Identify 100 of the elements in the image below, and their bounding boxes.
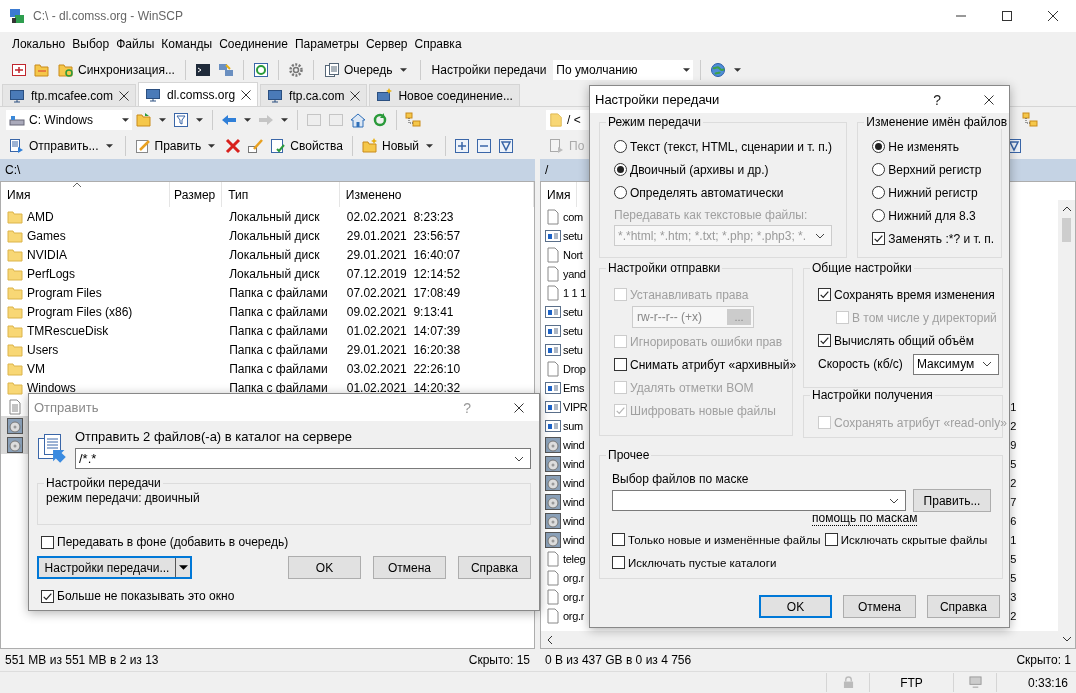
file-name: Ems: [563, 381, 585, 394]
file-type: Папка с файлами: [229, 304, 328, 319]
file-type: Локальный диск: [229, 209, 320, 224]
modified-date: 01.02.2021 14:07:39: [346, 323, 461, 338]
checkbox-label: Игнорировать ошибки прав: [630, 334, 783, 349]
file-name: NVIDIA: [27, 247, 67, 262]
file-type: Локальный диск: [229, 247, 320, 262]
file-type: Папка с файлами: [229, 323, 328, 338]
radio-label: Текст (текст, HTML, сценарии и т. п.): [630, 139, 832, 154]
file-type: Папка с файлами: [229, 380, 328, 395]
checkbox-label: Шифровать новые файлы: [630, 403, 776, 418]
file-name: teleg: [563, 552, 586, 565]
modified-date: 29.01.2021 16:20:38: [346, 342, 461, 357]
field-label: Передавать как текстовые файлы:: [614, 208, 809, 222]
file-name: setu: [563, 343, 583, 356]
file-name: org.r: [563, 609, 585, 622]
file-name: wind: [563, 533, 585, 546]
checkbox-label: Сохранять атрибут «read-only»: [834, 415, 1007, 430]
file-type: Папка с файлами: [229, 342, 328, 357]
table-cell: 6: [1010, 514, 1016, 527]
dialog-title: Настройки передачи: [595, 92, 720, 107]
selection-status: 551 MB из 551 MB в 2 из 13: [5, 653, 159, 667]
file-name: PerfLogs: [27, 266, 76, 281]
modified-date: 07.02.2021 17:08:49: [346, 285, 461, 300]
checkbox-label: Вычислять общий объём: [834, 333, 974, 348]
file-name: yand: [563, 267, 586, 280]
file-name: wind: [563, 457, 585, 470]
field-label: Скорость (кб/с): [818, 357, 903, 371]
file-name: sum: [563, 419, 583, 432]
group-title: Прочее: [606, 448, 652, 462]
radio-label: Определять автоматически: [630, 185, 784, 200]
file-name: Program Files: [27, 285, 102, 300]
radio-label: Верхний регистр: [888, 162, 982, 177]
file-name: Windows: [27, 380, 76, 395]
transfer-summary: режим передачи: двоичный: [46, 491, 201, 505]
table-cell: 7: [1010, 495, 1016, 508]
modified-date: 07.12.2019 12:14:52: [346, 266, 461, 281]
modified-date: 09.02.2021 9:13:41: [346, 304, 454, 319]
file-name: setu: [563, 324, 583, 337]
file-name: org.r: [563, 571, 585, 584]
group-title: Изменение имён файлов: [864, 115, 1010, 129]
group-title: Настройки отправки: [606, 261, 723, 275]
radio-label: Двоичный (архивы и др.): [630, 162, 769, 177]
file-name: wind: [563, 514, 585, 527]
file-name: Users: [27, 342, 59, 357]
transfer-settings-label: Настройки передачи: [430, 62, 548, 77]
table-cell: 2: [1010, 609, 1016, 622]
table-cell: 9: [1010, 438, 1016, 451]
file-type: Папка с файлами: [229, 361, 328, 376]
file-name: 1 1 1: [563, 286, 586, 299]
file-name: wind: [563, 476, 585, 489]
elapsed-time: 0:33:16: [1027, 675, 1068, 690]
file-name: Games: [27, 228, 66, 243]
upload-prompt: Отправить 2 файлов(-а) в каталог на сервере: [75, 429, 354, 444]
field-label: Выбор файлов по маске: [612, 472, 750, 486]
checkbox-label: Сохранять время изменения: [834, 287, 995, 302]
file-name: setu: [563, 305, 583, 318]
checkbox-label: В том числе у директорий: [852, 310, 997, 325]
group-title: Режим передачи: [606, 115, 703, 129]
path-bar: C:\: [0, 159, 535, 181]
table-cell: 3: [1010, 590, 1016, 603]
table-cell: 2: [1010, 419, 1016, 432]
checkbox-label: Снимать атрибут «архивный»: [630, 357, 797, 372]
modified-date: 29.01.2021 23:56:57: [346, 228, 461, 243]
modified-date: 01.02.2021 14:20:32: [346, 380, 461, 395]
checkbox-label: Больше не показывать это окно: [57, 589, 235, 603]
hidden-count: Скрыто: 1: [1016, 653, 1071, 667]
checkbox-label: Передавать в фоне (добавить в очередь): [57, 535, 289, 549]
table-cell: 1: [1010, 400, 1016, 413]
dialog-title: Отправить: [34, 400, 99, 415]
checkbox-label: Исключать скрытые файлы: [840, 533, 988, 546]
checkbox-label: Удалять отметки BOM: [630, 380, 754, 395]
file-name: Drop: [563, 362, 586, 375]
group-title: Общие настройки: [810, 261, 914, 275]
table-cell: 5: [1010, 457, 1016, 470]
file-name: wind: [563, 495, 585, 508]
selection-status: 0 B из 437 GB в 0 из 4 756: [545, 653, 692, 667]
radio-label: Не изменять: [888, 139, 960, 154]
file-type: Локальный диск: [229, 266, 320, 281]
file-name: Nort: [563, 248, 583, 261]
file-name: AMD: [27, 209, 54, 224]
checkbox-label: Заменять :*? и т. п.: [888, 231, 995, 246]
file-name: TMRescueDisk: [27, 323, 109, 338]
checkbox-label: Только новые и изменённые файлы: [628, 533, 821, 546]
group-title: Настройки передачи: [44, 476, 163, 490]
table-cell: 1: [1010, 533, 1016, 546]
radio-label: Нижний для 8.3: [888, 208, 976, 223]
window-title: C:\ - dl.comss.org - WinSCP: [33, 9, 184, 23]
protocol-label: FTP: [900, 675, 923, 690]
file-name: VM: [27, 361, 45, 376]
checkbox-label: Исключать пустые каталоги: [628, 556, 777, 569]
file-name: wind: [563, 438, 585, 451]
group-title: Настройки получения: [810, 388, 935, 402]
file-name: org.r: [563, 590, 585, 603]
checkbox-label: Устанавливать права: [630, 287, 749, 302]
table-cell: 2: [1010, 476, 1016, 489]
modified-date: 29.01.2021 16:40:07: [346, 247, 461, 262]
hidden-count: Скрыто: 15: [468, 653, 530, 667]
file-name: com: [563, 210, 583, 223]
modified-date: 02.02.2021 8:23:23: [346, 209, 454, 224]
